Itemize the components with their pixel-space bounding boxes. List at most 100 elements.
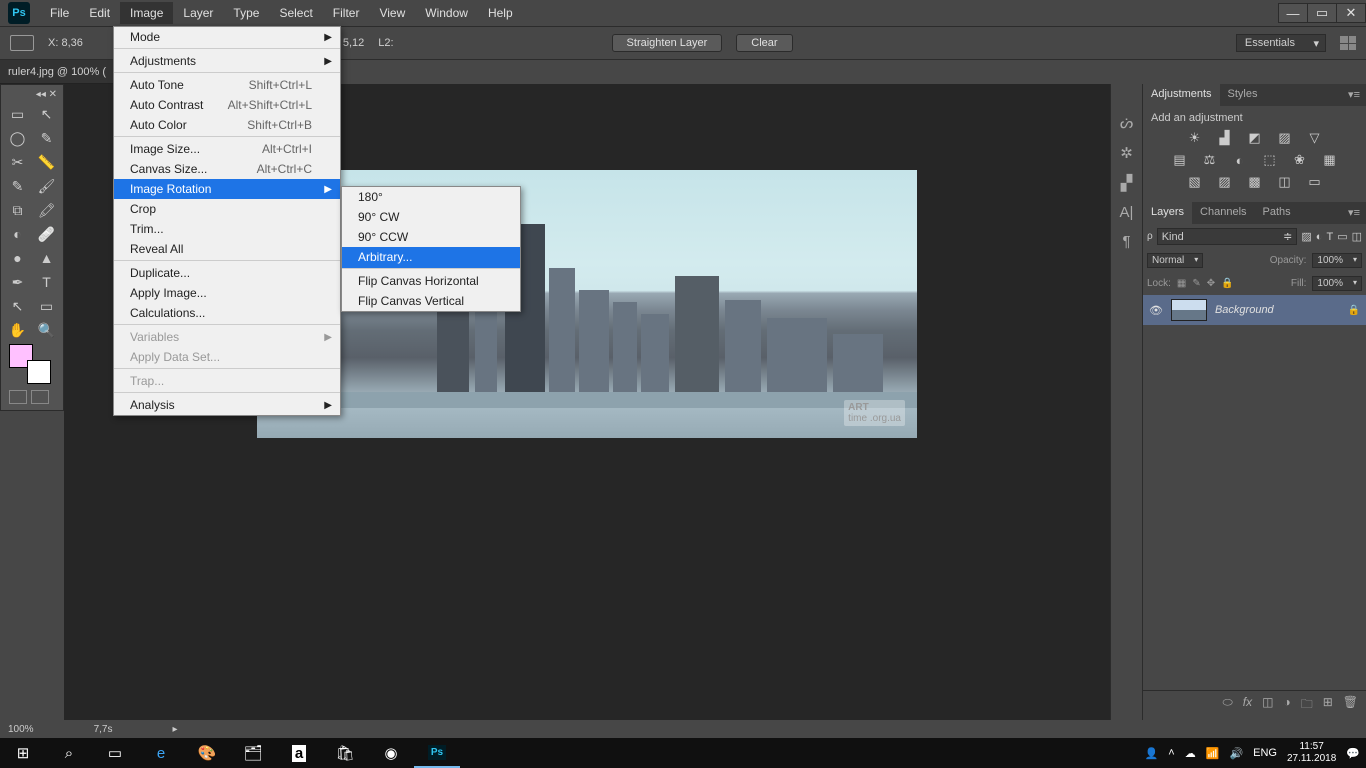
tool[interactable]: ● xyxy=(3,246,32,270)
menu-file[interactable]: File xyxy=(40,2,79,24)
tray-volume-icon[interactable]: 🔊 xyxy=(1229,747,1243,760)
menu-window[interactable]: Window xyxy=(415,2,478,24)
menu-help[interactable]: Help xyxy=(478,2,523,24)
taskbar-store-icon[interactable]: 🛍 xyxy=(322,738,368,768)
start-button[interactable]: ⊞ xyxy=(0,738,46,768)
tab-layers[interactable]: Layers xyxy=(1143,202,1192,224)
layer-thumbnail[interactable] xyxy=(1171,299,1207,321)
adjustment-icon[interactable]: ◩ xyxy=(1245,130,1265,146)
menu-item-trim[interactable]: Trim... xyxy=(114,219,340,239)
lock-position-icon[interactable]: ✥ xyxy=(1207,278,1215,289)
filter-type-icon[interactable]: T xyxy=(1326,231,1333,243)
tool[interactable]: ✎ xyxy=(32,126,61,150)
tool[interactable]: ▲ xyxy=(32,246,61,270)
adjustment-icon[interactable]: ☀ xyxy=(1185,130,1205,146)
adjustment-icon[interactable]: ▭ xyxy=(1305,174,1325,190)
minimize-button[interactable]: — xyxy=(1278,3,1308,23)
screenmode-icon[interactable] xyxy=(31,390,49,404)
tool[interactable]: 🩹 xyxy=(32,222,61,246)
adjustment-icon[interactable]: ◐ xyxy=(1230,152,1250,168)
tool[interactable]: ▭ xyxy=(32,294,61,318)
filter-pixel-icon[interactable]: ▨ xyxy=(1301,230,1311,243)
tool[interactable]: ◯ xyxy=(3,126,32,150)
menu-item-90-cw[interactable]: 90° CW xyxy=(342,207,520,227)
link-layers-icon[interactable]: ⬭ xyxy=(1223,695,1233,716)
menu-item-180[interactable]: 180° xyxy=(342,187,520,207)
adjustment-icon[interactable]: ⚖ xyxy=(1200,152,1220,168)
histogram-panel-icon[interactable]: ▞ xyxy=(1121,174,1133,192)
menu-item-auto-color[interactable]: Auto ColorShift+Ctrl+B xyxy=(114,115,340,137)
straighten-layer-button[interactable]: Straighten Layer xyxy=(612,34,723,52)
menu-item-adjustments[interactable]: Adjustments▶ xyxy=(114,51,340,73)
tray-clock[interactable]: 11:5727.11.2018 xyxy=(1287,741,1336,765)
adjustment-icon[interactable]: ▧ xyxy=(1185,174,1205,190)
tab-adjustments[interactable]: Adjustments xyxy=(1143,84,1220,106)
taskbar-paint-icon[interactable]: 🎨 xyxy=(184,738,230,768)
tool[interactable]: ✎ xyxy=(3,174,32,198)
tool[interactable]: 📏 xyxy=(32,150,61,174)
menu-edit[interactable]: Edit xyxy=(79,2,120,24)
clear-button[interactable]: Clear xyxy=(736,34,792,52)
menu-image[interactable]: Image xyxy=(120,2,173,24)
menu-item-analysis[interactable]: Analysis▶ xyxy=(114,395,340,415)
adjustment-icon[interactable]: ❀ xyxy=(1290,152,1310,168)
tool[interactable]: ✋ xyxy=(3,318,32,342)
adjustment-icon[interactable]: ▽ xyxy=(1305,130,1325,146)
menu-item-flip-canvas-horizontal[interactable]: Flip Canvas Horizontal xyxy=(342,271,520,291)
taskbar-explorer-icon[interactable]: 🗂 xyxy=(230,738,276,768)
history-panel-icon[interactable]: ᔖ xyxy=(1120,114,1133,132)
tray-wifi-icon[interactable]: 📶 xyxy=(1206,747,1220,760)
maximize-button[interactable]: ▭ xyxy=(1307,3,1337,23)
menu-select[interactable]: Select xyxy=(269,2,322,24)
tool[interactable]: T xyxy=(32,270,61,294)
menu-item-flip-canvas-vertical[interactable]: Flip Canvas Vertical xyxy=(342,291,520,311)
taskbar-chrome-icon[interactable]: ◉ xyxy=(368,738,414,768)
menu-item-reveal-all[interactable]: Reveal All xyxy=(114,239,340,261)
adjustment-icon[interactable]: ▦ xyxy=(1320,152,1340,168)
fill-value[interactable]: 100% xyxy=(1312,276,1362,291)
tool[interactable]: 🖌 xyxy=(32,174,61,198)
properties-panel-icon[interactable]: ✲ xyxy=(1120,144,1133,162)
panel-menu-icon[interactable]: ▾≡ xyxy=(1342,202,1366,224)
taskbar-photoshop-icon[interactable]: Ps xyxy=(414,738,460,768)
menu-item-apply-image[interactable]: Apply Image... xyxy=(114,283,340,303)
tool[interactable]: ◐ xyxy=(3,222,32,246)
lock-pixels-icon[interactable]: ▦ xyxy=(1177,278,1186,289)
filter-shape-icon[interactable]: ▭ xyxy=(1337,230,1347,243)
adjustment-icon[interactable]: ◫ xyxy=(1275,174,1295,190)
tray-chevron-icon[interactable]: ˄ xyxy=(1168,747,1174,759)
opacity-value[interactable]: 100% xyxy=(1312,253,1362,268)
tray-notifications-icon[interactable]: 💬 xyxy=(1346,747,1360,760)
character-panel-icon[interactable]: A| xyxy=(1120,204,1134,221)
tray-cloud-icon[interactable]: ☁ xyxy=(1185,747,1196,760)
menu-item-calculations[interactable]: Calculations... xyxy=(114,303,340,325)
adjustment-icon[interactable]: ▨ xyxy=(1275,130,1295,146)
tool[interactable]: ▭ xyxy=(3,102,32,126)
tool[interactable]: ⧉ xyxy=(3,198,32,222)
visibility-icon[interactable]: 👁 xyxy=(1149,304,1163,317)
adjustment-icon[interactable]: ▤ xyxy=(1170,152,1190,168)
group-icon[interactable]: 🗀 xyxy=(1301,695,1313,716)
menu-item-auto-tone[interactable]: Auto ToneShift+Ctrl+L xyxy=(114,75,340,95)
filter-adjust-icon[interactable]: ◐ xyxy=(1316,231,1323,243)
menu-item-auto-contrast[interactable]: Auto ContrastAlt+Shift+Ctrl+L xyxy=(114,95,340,115)
filter-smart-icon[interactable]: ◫ xyxy=(1352,230,1362,243)
lock-all-icon[interactable]: 🔒 xyxy=(1221,278,1233,289)
quickmask-icon[interactable] xyxy=(9,390,27,404)
layer-name[interactable]: Background xyxy=(1215,304,1274,316)
status-arrow-icon[interactable]: ▸ xyxy=(172,724,177,735)
tool[interactable]: ✒ xyxy=(3,270,32,294)
menu-filter[interactable]: Filter xyxy=(323,2,370,24)
tool[interactable]: ✂ xyxy=(3,150,32,174)
taskbar-edge-icon[interactable]: e xyxy=(138,738,184,768)
lock-brush-icon[interactable]: ✎ xyxy=(1192,278,1200,289)
toolbox-collapse-icon[interactable]: ◂◂ ✕ xyxy=(3,87,61,102)
menu-item-image-rotation[interactable]: Image Rotation▶ xyxy=(114,179,340,199)
tab-paths[interactable]: Paths xyxy=(1255,202,1299,224)
workspace-switcher[interactable]: Essentials xyxy=(1236,34,1326,52)
menu-item-crop[interactable]: Crop xyxy=(114,199,340,219)
menu-type[interactable]: Type xyxy=(223,2,269,24)
menu-item-image-size[interactable]: Image Size...Alt+Ctrl+I xyxy=(114,139,340,159)
color-swatches[interactable] xyxy=(3,342,61,386)
new-layer-icon[interactable]: ⊞ xyxy=(1323,695,1333,716)
